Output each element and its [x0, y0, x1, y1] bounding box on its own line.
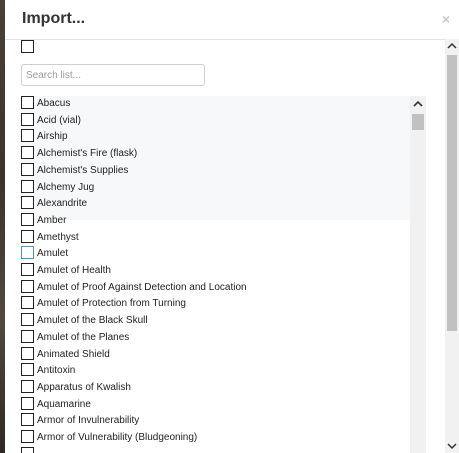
item-label: Alexandrite: [37, 198, 88, 209]
list-item[interactable]: Acid (vial): [21, 113, 401, 129]
item-label: Amulet of Proof Against Detection and Lo…: [37, 282, 247, 293]
item-label: Amulet of Health: [37, 265, 111, 276]
item-label: Amber: [37, 215, 67, 226]
list-item[interactable]: Amulet of Protection from Turning: [21, 296, 401, 312]
dialog-title: Import...: [22, 10, 86, 27]
list-scroll-thumb[interactable]: [412, 114, 424, 130]
list-item[interactable]: Amulet of Proof Against Detection and Lo…: [21, 280, 401, 296]
item-checkbox[interactable]: [21, 330, 34, 343]
item-checkbox[interactable]: [21, 263, 34, 276]
item-label: Alchemist's Fire (flask): [37, 148, 138, 159]
list-item[interactable]: Abacus: [21, 96, 401, 112]
close-icon[interactable]: ×: [442, 11, 450, 27]
item-checkbox[interactable]: [21, 230, 34, 243]
list-item[interactable]: Amulet of Health: [21, 263, 401, 279]
item-checkbox[interactable]: [21, 363, 34, 376]
list-item[interactable]: Alchemist's Supplies: [21, 163, 401, 179]
item-checkbox[interactable]: [21, 397, 34, 410]
item-label: Alchemy Jug: [37, 182, 95, 193]
search-input[interactable]: [21, 64, 205, 86]
item-checkbox[interactable]: [21, 213, 34, 226]
list-item[interactable]: Amethyst: [21, 230, 401, 246]
list-item[interactable]: Animated Shield: [21, 347, 401, 363]
list-item[interactable]: Airship: [21, 129, 401, 145]
item-label: Antitoxin: [37, 365, 76, 376]
item-checkbox[interactable]: [21, 430, 34, 443]
item-checkbox[interactable]: [21, 280, 34, 293]
list-item[interactable]: Aquamarine: [21, 397, 401, 413]
item-label: Amulet of the Black Skull: [37, 315, 148, 326]
item-checkbox[interactable]: [21, 96, 34, 109]
list-scrollbar[interactable]: [410, 96, 426, 453]
list-item[interactable]: Amulet of the Black Skull: [21, 313, 401, 329]
list-item[interactable]: Alchemist's Fire (flask): [21, 146, 401, 162]
item-label: Acid (vial): [37, 115, 81, 126]
item-label: Airship: [37, 131, 68, 142]
item-checkbox[interactable]: [21, 380, 34, 393]
item-checkbox[interactable]: [21, 180, 34, 193]
item-label: Apparatus of Kwalish: [37, 382, 131, 393]
list-item[interactable]: Apparatus of Kwalish: [21, 380, 401, 396]
list-item[interactable]: Amulet: [21, 246, 401, 262]
list-item[interactable]: Antitoxin: [21, 363, 401, 379]
list-item[interactable]: [21, 447, 401, 453]
item-checkbox[interactable]: [21, 196, 34, 209]
item-label: Amulet of the Planes: [37, 332, 130, 343]
item-label: Armor of Invulnerability: [37, 415, 140, 426]
scroll-down-icon[interactable]: [445, 439, 459, 453]
item-checkbox[interactable]: [21, 146, 34, 159]
item-label: Animated Shield: [37, 349, 110, 360]
select-all-checkbox[interactable]: [21, 40, 34, 53]
item-label: Abacus: [37, 98, 71, 109]
item-label: Amulet: [37, 248, 69, 259]
item-label: Alchemist's Supplies: [37, 165, 129, 176]
item-label: Amethyst: [37, 232, 79, 243]
list-item[interactable]: Armor of Vulnerability (Bludgeoning): [21, 430, 401, 446]
list-item[interactable]: Alexandrite: [21, 196, 401, 212]
item-checkbox[interactable]: [21, 347, 34, 360]
scroll-up-icon[interactable]: [410, 96, 426, 112]
import-dialog: Import... × Abacus Acid (vial) Airship Alch…: [5, 0, 459, 453]
dialog-scrollbar[interactable]: [445, 39, 459, 453]
item-list: Abacus Acid (vial) Airship Alchemist's Fire…: [21, 96, 411, 453]
dialog-header: Import... ×: [5, 0, 459, 40]
item-label: Armor of Vulnerability (Bludgeoning): [37, 432, 198, 443]
item-checkbox[interactable]: [21, 313, 34, 326]
item-checkbox[interactable]: [21, 246, 34, 259]
item-checkbox[interactable]: [21, 447, 34, 453]
item-checkbox[interactable]: [21, 163, 34, 176]
list-item[interactable]: Amulet of the Planes: [21, 330, 401, 346]
dialog-scroll-thumb[interactable]: [447, 55, 457, 331]
list-item[interactable]: Alchemy Jug: [21, 180, 401, 196]
scroll-up-icon[interactable]: [445, 39, 459, 53]
item-checkbox[interactable]: [21, 296, 34, 309]
item-label: Amulet of Protection from Turning: [37, 298, 186, 309]
item-label: Aquamarine: [37, 399, 91, 410]
item-checkbox[interactable]: [21, 413, 34, 426]
item-checkbox[interactable]: [21, 113, 34, 126]
list-item[interactable]: Amber: [21, 213, 401, 229]
list-item[interactable]: Armor of Invulnerability: [21, 413, 401, 429]
item-checkbox[interactable]: [21, 129, 34, 142]
